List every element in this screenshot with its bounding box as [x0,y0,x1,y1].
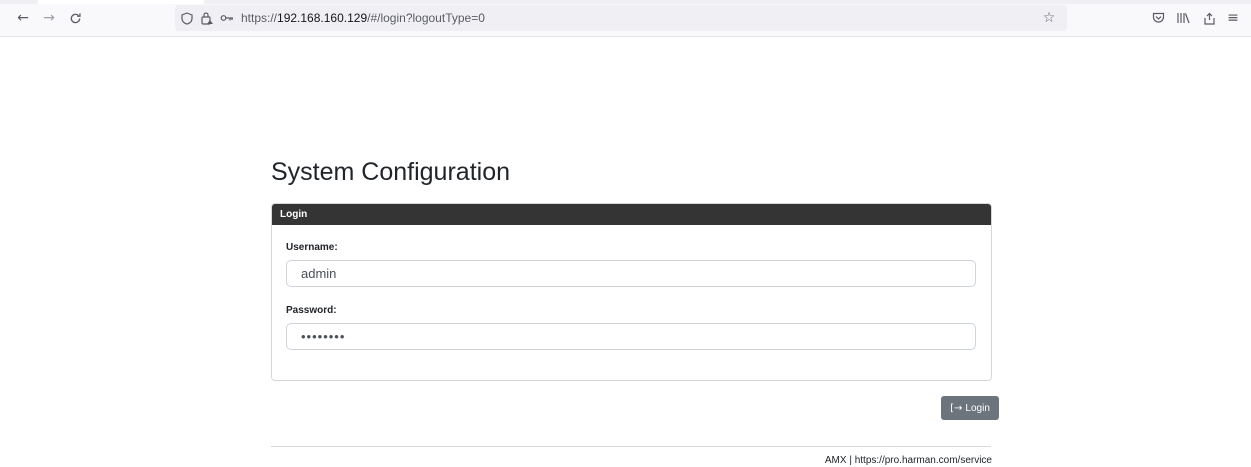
password-field[interactable]: •••••••• [286,323,976,350]
arrow-right-icon[interactable]: → [40,9,58,27]
login-card: Login Username: admin Password: •••••••• [271,203,992,381]
hamburger-menu-icon[interactable]: ≡ [1224,9,1242,27]
key-icon[interactable] [219,9,235,27]
footer-text: AMX | https://pro.harman.com/service [824,455,992,466]
star-icon[interactable]: ☆ [1041,9,1057,27]
pocket-icon[interactable] [1149,9,1167,27]
login-button[interactable]: [→ Login [941,396,999,420]
username-field[interactable]: admin [286,260,976,287]
share-icon[interactable] [1200,9,1218,27]
url-bar[interactable]: https://192.168.160.129/#/login?logoutTy… [175,5,1067,31]
url-host: 192.168.160.129 [277,11,368,25]
username-label: Username: [286,242,338,253]
reload-icon[interactable] [66,9,84,27]
page-title: System Configuration [271,158,511,186]
url-path: /#/login?logoutType=0 [367,11,485,25]
arrow-left-icon[interactable]: ← [14,9,32,27]
browser-toolbar: ← → https://192.168.160.129/#/login?logo… [0,0,1251,37]
footer-divider [271,446,991,447]
shield-icon[interactable] [179,9,195,27]
sign-in-icon: [→ [950,402,963,414]
url-prefix: https:// [241,11,278,25]
url-text[interactable]: https://192.168.160.129/#/login?logoutTy… [241,11,485,25]
library-icon[interactable] [1174,9,1192,27]
active-tab[interactable] [38,0,204,4]
lock-warning-icon[interactable] [199,9,215,27]
login-card-header: Login [272,204,991,225]
login-button-label: Login [965,402,990,414]
password-label: Password: [286,305,337,316]
